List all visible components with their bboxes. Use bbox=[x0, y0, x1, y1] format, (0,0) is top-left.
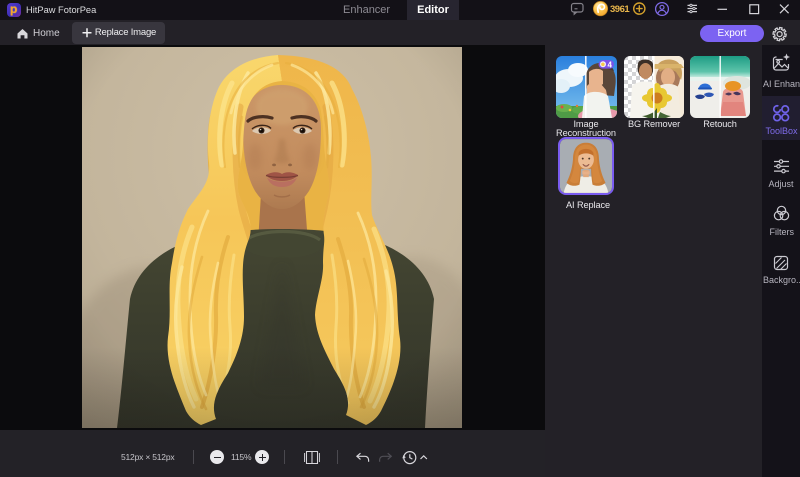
svg-text:Filters: Filters bbox=[770, 227, 795, 237]
svg-text:ToolBox: ToolBox bbox=[766, 126, 799, 136]
svg-text:4: 4 bbox=[608, 60, 613, 69]
svg-text:3961: 3961 bbox=[610, 4, 630, 15]
svg-text:AI Enhan...: AI Enhan... bbox=[763, 79, 800, 89]
svg-text:Adjust: Adjust bbox=[769, 179, 795, 189]
svg-text:Backgro...: Backgro... bbox=[763, 275, 800, 285]
